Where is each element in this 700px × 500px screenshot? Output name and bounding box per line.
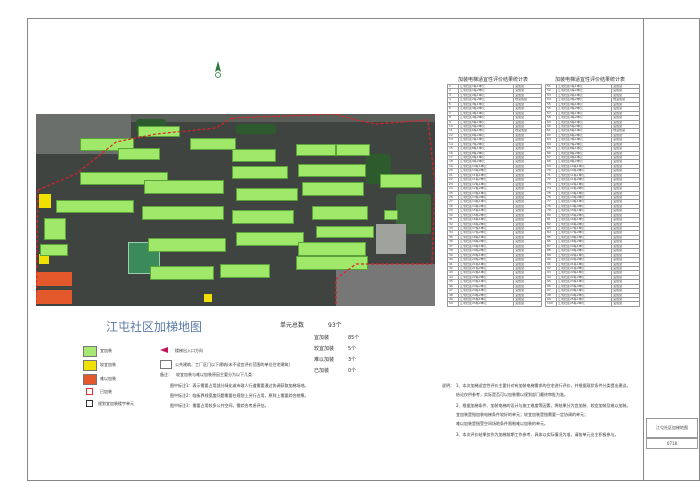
summary-value: 85个 bbox=[348, 335, 360, 341]
title-block-code: 0718 bbox=[646, 438, 698, 449]
note-line: 结论仅供参考，实际是否可以加装需以规划部门最终审批为准。 bbox=[456, 392, 568, 397]
note-line: 宜加装是指加装电梯条件较好的单元；较宜加装是指需要一定协调的单元； bbox=[456, 412, 588, 417]
table-row: 100 江屯社区25栋2单元 宜加装 bbox=[545, 301, 640, 307]
legend-swatch bbox=[83, 346, 97, 357]
legend-swatch bbox=[160, 360, 172, 369]
table-title: 加装电梯适宜性评价结果统计表 bbox=[458, 77, 529, 83]
summary-label: 已加装 bbox=[314, 368, 330, 374]
legend-swatch bbox=[86, 400, 93, 407]
legend-label: 公共建筑、工厂区门以下建筑(未不适宜评价范围的单位住宅建筑) bbox=[175, 362, 291, 367]
unit-result: 宜加装 bbox=[513, 301, 542, 307]
row-number: 100 bbox=[545, 301, 557, 307]
legend-swatch bbox=[86, 388, 93, 395]
summary-label: 难以加装 bbox=[314, 357, 335, 363]
remark-line: 图中标注1：表示需要占用部分绿化或市政人行道需要通过协调获取加梯场地。 bbox=[170, 383, 309, 388]
north-arrow-icon bbox=[215, 61, 221, 78]
remark-head: 备注： bbox=[160, 372, 172, 377]
note-line: 1、本次加梯适宜性评价主要针对有加装电梯需求的住宅进行评价，并根据现状条件分类提… bbox=[456, 383, 631, 388]
unit-name: 江屯社区25栋2单元 bbox=[555, 301, 613, 307]
legend-label: 难以加装 bbox=[100, 376, 116, 381]
arrow-icon bbox=[160, 347, 168, 353]
legend-label: 已加装 bbox=[100, 389, 112, 394]
notes-head: 说明： bbox=[442, 383, 454, 388]
legend-swatch bbox=[83, 374, 97, 385]
table-title: 加装电梯适宜性评价结果统计表 bbox=[555, 77, 626, 83]
table-row: 50 江屯社区25栋2单元 宜加装 bbox=[447, 301, 542, 307]
title-block bbox=[643, 18, 700, 481]
summary-list: 单元总数 93个 宜加装 85个 较宜加装 5个 难以加装 3个 已加装 0个 bbox=[280, 320, 370, 380]
title-block-name: 江屯社区加梯地图 bbox=[646, 418, 698, 438]
summary-value: 93个 bbox=[328, 322, 342, 329]
legend-label: 楼梯出入口方向 bbox=[175, 348, 203, 353]
summary-value: 5个 bbox=[348, 346, 357, 352]
note-line: 3、本次评价结果仅作为加梯前期工作参考，具体以实际情况为准，请各单元业主积极参与… bbox=[456, 432, 619, 437]
legend-swatch bbox=[83, 360, 97, 371]
unit-name: 江屯社区25栋2单元 bbox=[457, 301, 515, 307]
legend-label: 较宜加装 bbox=[100, 362, 116, 367]
map-title: 江屯社区加梯地图 bbox=[106, 320, 203, 334]
result-table-left: 1 江屯社区1栋1单元 宜加装 2 江屯社区1栋2单元 宜加装 3 江屯社区2栋1单元 宜加装 4… bbox=[447, 83, 542, 307]
summary-value: 0个 bbox=[348, 368, 357, 374]
remark-line: 图中标注3：需要占用较多公共空间，需综合考虑评估。 bbox=[170, 403, 269, 408]
note-line: 难以加装是指受空间场地条件限制难以加装的单元。 bbox=[456, 421, 548, 426]
legend-label: 规划宜加装楼宇单元 bbox=[98, 401, 134, 406]
legend-label: 宜加装 bbox=[100, 348, 112, 353]
community-boundary bbox=[36, 114, 435, 306]
row-number: 50 bbox=[447, 301, 459, 307]
remark-line: 较宜加装与难以加装原因主要分为以下几类： bbox=[176, 372, 256, 377]
note-line: 2、根据加梯条件、加装电梯的设计与施工难度等因素，将结果分为宜加装、较宜加装及难… bbox=[456, 403, 631, 408]
summary-label: 单元总数 bbox=[280, 322, 305, 329]
result-table-right: 51 江屯社区1栋1单元 宜加装 52 江屯社区1栋2单元 宜加装 53 江屯社区2栋1单元宜… bbox=[545, 83, 640, 307]
summary-value: 3个 bbox=[348, 357, 357, 363]
summary-label: 较宜加装 bbox=[314, 346, 335, 352]
aerial-map[interactable] bbox=[36, 114, 435, 306]
remark-line: 图中标注2：临街界线宽度问题需要在规划上另行占用，原则上需要综合统筹。 bbox=[170, 393, 309, 398]
unit-result: 宜加装 bbox=[611, 301, 640, 307]
summary-label: 宜加装 bbox=[314, 335, 330, 341]
